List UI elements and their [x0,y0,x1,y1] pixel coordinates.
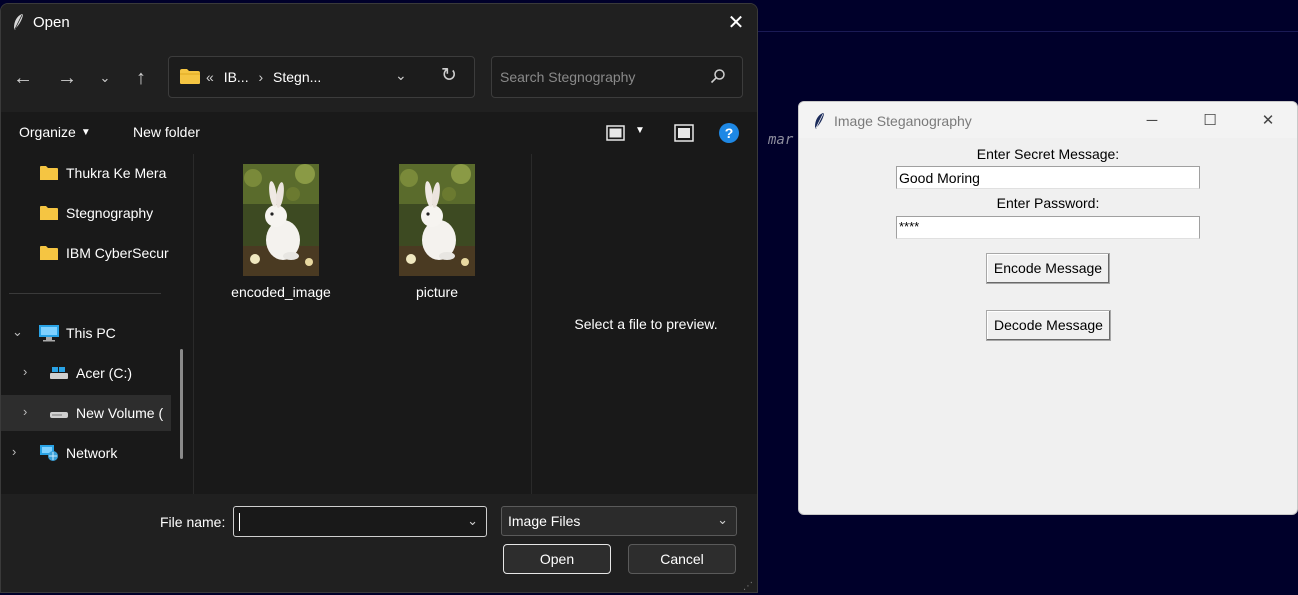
new-folder-button[interactable]: New folder [133,124,200,140]
forward-arrow-icon[interactable]: → [55,66,79,90]
file-type-select[interactable]: Image Files ⌄ [501,506,737,536]
resize-grip-icon[interactable]: ⋰ [743,581,753,592]
file-item-picture[interactable]: picture [377,164,497,300]
computer-icon [39,325,59,342]
folder-icon [40,246,58,260]
sidebar-item-new-volume[interactable]: › New Volume ( [1,395,171,431]
password-input[interactable]: **** [896,216,1200,239]
sidebar-scrollbar[interactable] [180,349,183,459]
sidebar-item-label: Network [66,445,118,461]
feather-icon [14,14,23,30]
file-name-field-label: File name: [160,514,226,530]
chevron-down-icon[interactable]: ⌄ [467,513,478,529]
rabbit-thumbnail [243,164,319,276]
open-button[interactable]: Open [503,544,611,574]
file-list: encoded_image picture [195,154,531,494]
sidebar-item-label: Stegnography [66,205,154,221]
secret-message-label: Enter Secret Message: [976,146,1120,162]
chevron-down-icon[interactable]: ⌄ [12,324,23,340]
preview-pane-icon[interactable] [673,122,695,144]
encode-message-button[interactable]: Encode Message [986,253,1110,284]
sidebar-item-this-pc[interactable]: ⌄ This PC [1,315,171,351]
decode-message-button[interactable]: Decode Message [986,310,1111,341]
secret-message-input[interactable]: Good Moring [896,166,1200,189]
breadcrumb-separator: › [258,69,264,85]
sidebar-item-label: Thukra Ke Mera [66,165,167,181]
search-box[interactable] [491,56,743,98]
minimize-icon[interactable]: ─ [1142,111,1162,131]
refresh-icon[interactable]: ↻ [441,64,457,87]
preview-pane: Select a file to preview. [531,154,757,494]
drive-icon [50,412,68,418]
sidebar-item-network[interactable]: › Network [1,435,171,471]
preview-message: Select a file to preview. [574,316,718,332]
chevron-right-icon[interactable]: › [23,404,27,419]
command-bar: Organize ▼ New folder ▼ ? [1,112,757,154]
caret-down-icon: ▼ [80,127,91,138]
dialog-titlebar[interactable]: Open ✕ [1,4,757,44]
drive-icon [50,367,68,379]
sidebar-item-label: IBM CyberSecur [66,245,169,261]
back-arrow-icon[interactable]: ← [11,66,35,90]
folder-icon [40,206,58,220]
maximize-icon[interactable]: ☐ [1200,111,1220,131]
dialog-footer: File name: ⌄ Image Files ⌄ Open Cancel ⋰ [1,494,757,592]
help-icon[interactable]: ? [718,122,740,144]
search-icon[interactable] [710,68,726,84]
file-item-encoded-image[interactable]: encoded_image [221,164,341,300]
up-arrow-icon[interactable]: ↑ [129,66,153,90]
file-name-label: picture [415,284,459,300]
steganography-window: Image Steganography ─ ☐ ✕ Enter Secret M… [798,101,1298,515]
file-name-label: encoded_image [231,284,331,300]
file-type-value: Image Files [508,513,581,529]
window-titlebar[interactable]: Image Steganography ─ ☐ ✕ [799,102,1297,138]
network-icon [40,445,58,461]
breadcrumb-item[interactable]: IB... [224,69,249,85]
dialog-title: Open [33,14,70,31]
sidebar-item-label: New Volume ( [76,405,164,421]
breadcrumb: « IB... › Stegn... [206,69,327,85]
breadcrumb-item[interactable]: Stegn... [273,69,321,85]
address-bar[interactable]: « IB... › Stegn... ⌄ ↻ [168,56,475,98]
view-options-icon[interactable] [605,122,627,144]
cancel-button[interactable]: Cancel [628,544,736,574]
file-name-input[interactable]: ⌄ [233,506,487,537]
text-cursor [239,513,240,531]
close-icon[interactable]: ✕ [721,8,751,38]
view-options-caret-icon[interactable]: ▼ [635,125,645,136]
password-label: Enter Password: [996,195,1100,211]
chevron-right-icon[interactable]: › [12,444,16,459]
folder-icon [180,69,200,84]
window-title: Image Steganography [834,113,972,129]
address-dropdown-chevron-icon[interactable]: ⌄ [395,67,407,84]
background-text-fragment: mar [768,132,794,148]
navigation-bar: ← → ⌄ ↑ « IB... › Stegn... ⌄ ↻ [1,44,757,112]
chevron-right-icon[interactable]: › [23,364,27,379]
close-icon[interactable]: ✕ [1258,111,1278,131]
sidebar-item-acer-c[interactable]: › Acer (C:) [1,355,171,391]
search-input[interactable] [500,67,700,87]
chevron-down-icon: ⌄ [717,512,728,527]
folder-icon [40,166,58,180]
sidebar-item-label: This PC [66,325,116,341]
recent-locations-chevron-icon[interactable]: ⌄ [93,66,117,90]
sidebar-item-ibm-cybersecurity[interactable]: IBM CyberSecur [1,235,171,271]
background-divider [758,31,1298,32]
organize-label: Organize [19,124,76,140]
rabbit-thumbnail [399,164,475,276]
breadcrumb-overflow[interactable]: « [206,69,214,85]
feather-icon [815,113,824,129]
open-file-dialog: Open ✕ ← → ⌄ ↑ « IB... › Stegn... ⌄ ↻ Se… [0,3,758,593]
organize-menu[interactable]: Organize ▼ [19,124,91,140]
sidebar-divider [9,293,161,294]
navigation-pane: Thukra Ke Mera Stegnography IBM CyberSec… [1,154,194,494]
sidebar-item-stegnography[interactable]: Stegnography [1,195,171,231]
sidebar-item-label: Acer (C:) [76,365,132,381]
svg-text:?: ? [725,125,734,141]
sidebar-item-thukra-ke-mera[interactable]: Thukra Ke Mera [1,155,171,191]
